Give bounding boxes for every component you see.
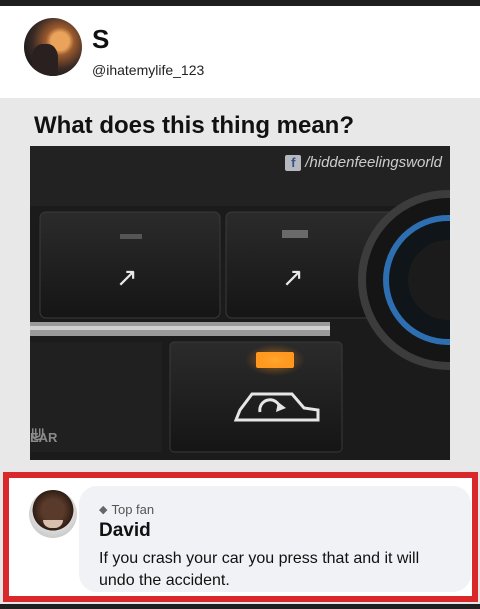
bottom-border	[0, 604, 480, 609]
comment-bubble: ◆ Top fan David If you crash your car yo…	[79, 486, 471, 592]
airflow-icon-left: ↗	[116, 263, 138, 293]
commenter-name[interactable]: David	[99, 520, 151, 542]
facebook-icon: f	[285, 154, 302, 171]
post-header: S @ihatemylife_123	[0, 6, 480, 98]
commenter-avatar[interactable]	[29, 490, 77, 538]
rear-label: EAR	[30, 430, 58, 445]
poster-name[interactable]: S	[92, 24, 109, 55]
airflow-icon-right: ↗	[282, 263, 304, 293]
highlighted-comment: ◆ Top fan David If you crash your car yo…	[3, 472, 478, 602]
badge-label: Top fan	[111, 502, 155, 517]
diamond-icon: ◆	[99, 504, 108, 516]
top-fan-badge: ◆ Top fan	[99, 502, 154, 517]
dashboard-illustration: ↗ ↗ ⋓	[30, 146, 450, 460]
dashboard-photo: ↗ ↗ ⋓ f /hiddenfeelingsworld EAR	[30, 146, 450, 460]
comment-text: If you crash your car you press that and…	[99, 550, 420, 589]
avatar[interactable]	[24, 18, 82, 76]
watermark-text: /hiddenfeelingsworld	[305, 154, 442, 171]
poster-handle[interactable]: @ihatemylife_123	[92, 62, 204, 78]
post-question: What does this thing mean?	[34, 112, 355, 139]
post-body: What does this thing mean? ↗ ↗ ⋓ f /hidd…	[0, 98, 480, 470]
watermark: f /hiddenfeelingsworld	[285, 154, 442, 171]
meme-frame: S @ihatemylife_123 What does this thing …	[0, 0, 480, 609]
